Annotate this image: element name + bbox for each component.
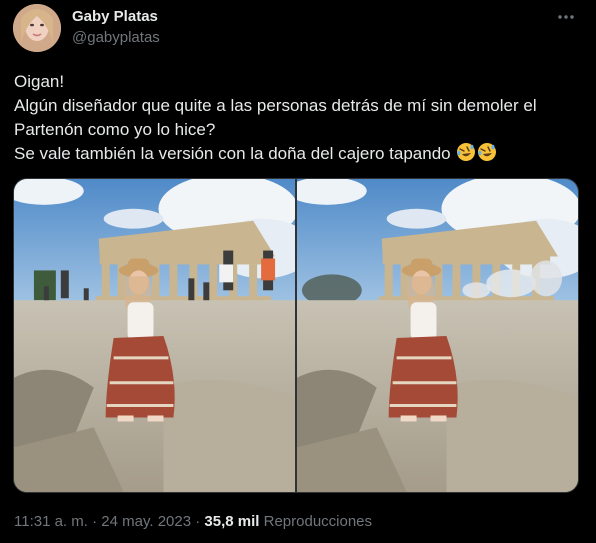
tweet-line: Partenón como yo lo hice? <box>14 120 216 139</box>
photo-edited[interactable] <box>297 179 578 492</box>
tweet-meta: 11:31 a. m. · 24 may. 2023 · 35,8 mil Re… <box>14 513 372 530</box>
tweet-time[interactable]: 11:31 a. m. <box>14 513 88 530</box>
tweet-text: Oigan! Algún diseñador que quite a las p… <box>14 70 584 169</box>
avatar[interactable] <box>13 4 61 52</box>
author-name[interactable]: Gaby Platas <box>72 8 158 25</box>
meta-separator: · <box>195 513 201 530</box>
rolling-on-floor-laughing-icon <box>456 142 476 169</box>
tweet-date[interactable]: 24 may. 2023 <box>101 513 191 530</box>
view-count: 35,8 mil <box>204 513 260 530</box>
rolling-on-floor-laughing-icon <box>477 142 497 169</box>
tweet: Gaby Platas @gabyplatas Oigan! Algún dis… <box>0 0 596 543</box>
more-options-button[interactable] <box>554 6 578 26</box>
meta-separator: · <box>92 513 98 530</box>
more-horizontal-icon <box>557 7 575 25</box>
views-label: Reproducciones <box>263 513 373 530</box>
tweet-line: Algún diseñador que quite a las personas… <box>14 96 537 115</box>
photo-original[interactable] <box>14 179 295 492</box>
tweet-line: Se vale también la versión con la doña d… <box>14 144 451 163</box>
media-grid <box>13 178 579 493</box>
tweet-line-last: Se vale también la versión con la doña d… <box>14 142 584 169</box>
tweet-line: Oigan! <box>14 72 65 91</box>
author-handle[interactable]: @gabyplatas <box>72 29 160 46</box>
